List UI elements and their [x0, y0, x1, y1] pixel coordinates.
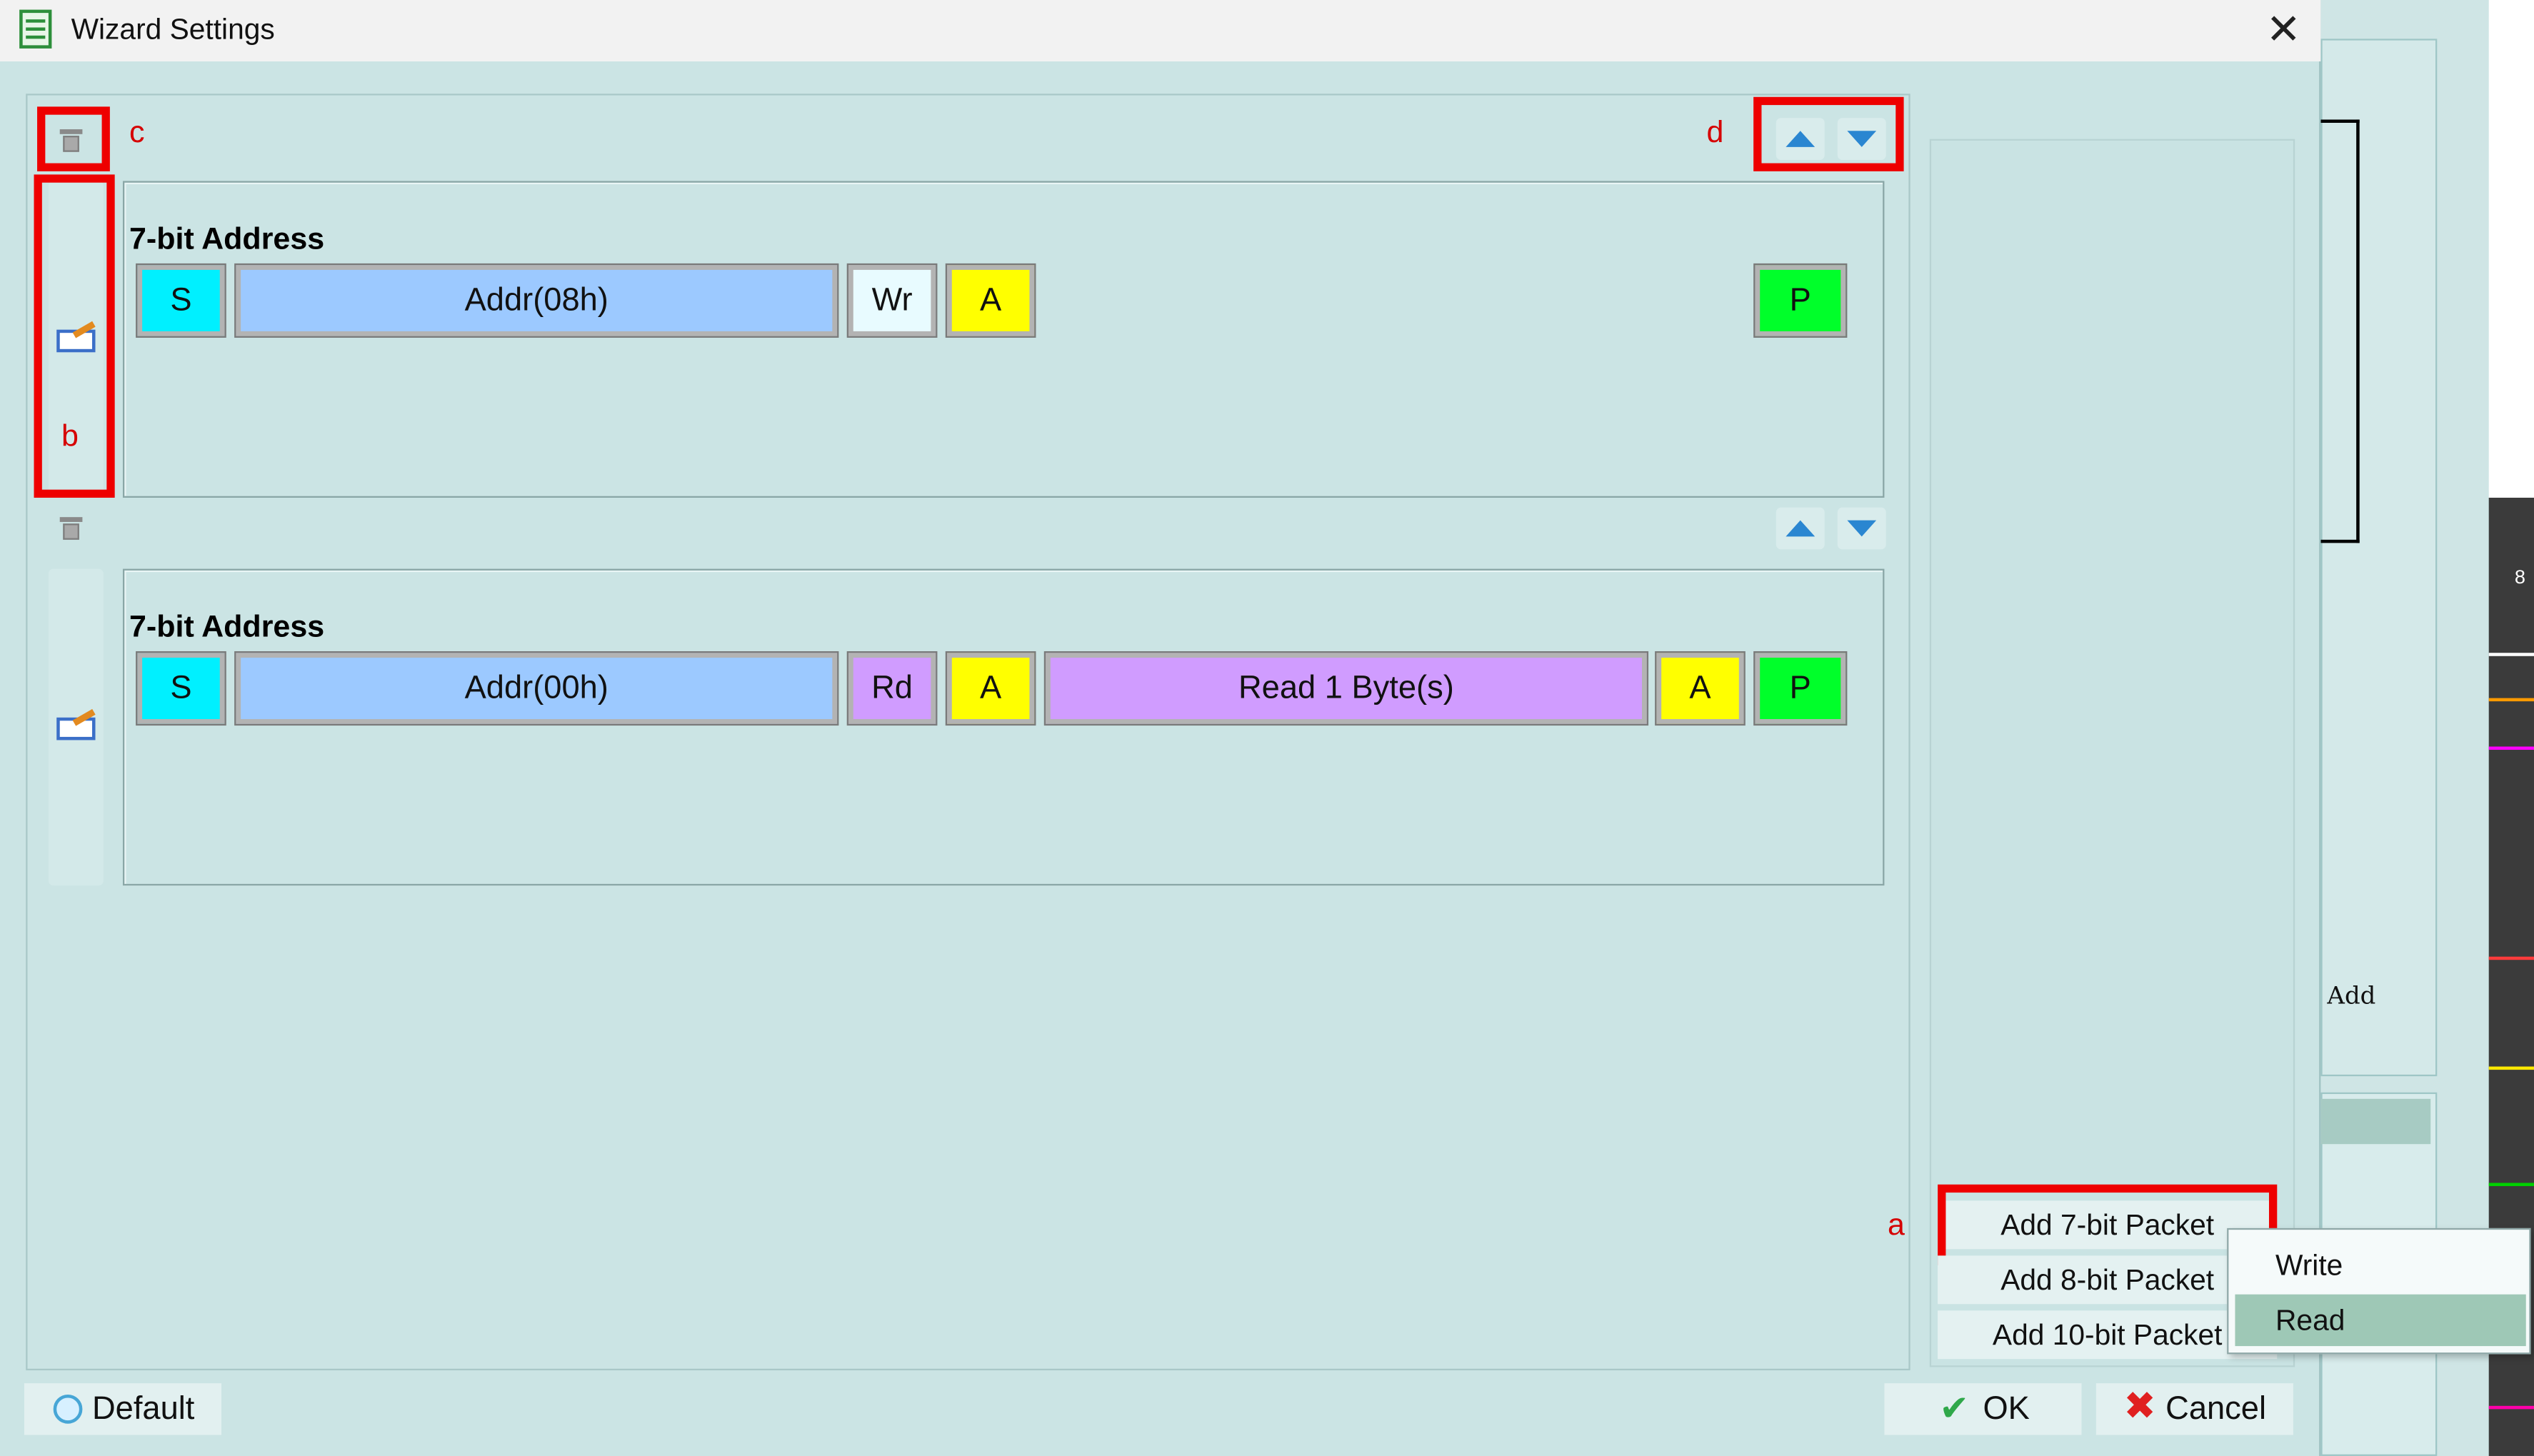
- packet-2-title: 7-bit Address: [129, 611, 325, 645]
- waveform-line: [2488, 1405, 2534, 1410]
- packet-options-panel: [1929, 139, 2295, 1367]
- background-waveform-top: [2488, 0, 2534, 498]
- packet-1-field-stop[interactable]: P: [1753, 263, 1848, 338]
- packet-2-field-read-bytes[interactable]: Read 1 Byte(s): [1043, 651, 1649, 726]
- trash-icon[interactable]: [59, 517, 83, 540]
- packet-2-field-ack[interactable]: A: [1655, 651, 1746, 726]
- annotation-label-b: b: [61, 420, 79, 454]
- packet-2-field-ack[interactable]: A: [945, 651, 1036, 726]
- default-button[interactable]: Default: [24, 1383, 222, 1435]
- packet-2-field-stop[interactable]: P: [1753, 651, 1848, 726]
- close-icon: ✕: [2265, 4, 2301, 54]
- annotation-box-c: [37, 106, 110, 171]
- background-bar: [2320, 1098, 2431, 1145]
- arrow-down-icon: [1847, 520, 1877, 537]
- packet-1-title: 7-bit Address: [129, 223, 325, 257]
- packet-2: [122, 568, 1885, 886]
- radio-icon: [53, 1394, 83, 1424]
- check-icon: ✔: [1939, 1387, 1970, 1429]
- waveform-line: [2488, 956, 2534, 960]
- menu-item-read[interactable]: Read: [2235, 1294, 2526, 1347]
- packet-1: [122, 181, 1885, 498]
- move-down-button[interactable]: [1837, 507, 1886, 550]
- annotation-label-a: a: [1887, 1208, 1905, 1243]
- waveform-line: [2488, 653, 2534, 656]
- packet-2-field-read[interactable]: Rd: [846, 651, 938, 726]
- annotation-box-d: [1753, 96, 1904, 171]
- close-button[interactable]: ✕: [2259, 6, 2308, 51]
- arrow-up-icon: [1786, 520, 1816, 537]
- ok-button[interactable]: ✔ OK: [1884, 1383, 2082, 1435]
- packet-1-field-ack[interactable]: A: [945, 263, 1036, 338]
- background-number: 8: [2514, 566, 2526, 588]
- annotation-box-a: [1938, 1184, 2278, 1265]
- wizard-settings-dialog: Wizard Settings ✕ c b d 7-bit Address S …: [0, 0, 2321, 1456]
- cancel-x-icon: ✖: [2123, 1385, 2156, 1429]
- annotation-label-c: c: [129, 116, 145, 151]
- add-10bit-packet-button[interactable]: Add 10-bit Packet: [1938, 1310, 2278, 1360]
- packet-direction-menu: Write Read: [2227, 1227, 2531, 1355]
- waveform-line: [2488, 1066, 2534, 1070]
- edit-icon[interactable]: [56, 708, 96, 740]
- waveform-line: [2488, 746, 2534, 750]
- packet-2-field-start[interactable]: S: [136, 651, 226, 726]
- cancel-button[interactable]: ✖ Cancel: [2095, 1383, 2293, 1435]
- ok-label: OK: [1983, 1391, 2030, 1427]
- background-frame: [2320, 119, 2360, 543]
- default-label: Default: [91, 1391, 195, 1427]
- waveform-line: [2488, 698, 2534, 702]
- move-up-button[interactable]: [1776, 507, 1825, 550]
- background-add-label: Add: [2327, 980, 2376, 1010]
- menu-item-write[interactable]: Write: [2235, 1240, 2525, 1291]
- add-8bit-packet-button[interactable]: Add 8-bit Packet: [1938, 1255, 2278, 1305]
- packet-1-field-address[interactable]: Addr(08h): [234, 263, 839, 338]
- title-bar: Wizard Settings ✕: [0, 0, 2321, 61]
- packet-1-field-write[interactable]: Wr: [846, 263, 938, 338]
- packet-1-field-start[interactable]: S: [136, 263, 226, 338]
- window-title: Wizard Settings: [71, 13, 275, 46]
- cancel-label: Cancel: [2165, 1391, 2267, 1427]
- wizard-document-icon: [19, 9, 52, 49]
- waveform-line: [2488, 1183, 2534, 1187]
- annotation-label-d: d: [1706, 116, 1724, 151]
- packet-2-field-address[interactable]: Addr(00h): [234, 651, 839, 726]
